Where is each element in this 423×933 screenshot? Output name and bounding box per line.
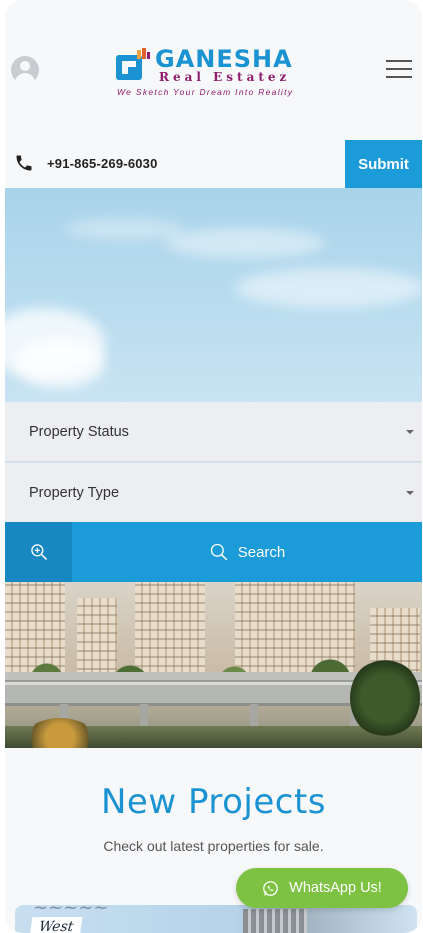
brand-subtitle: Real Estatez: [159, 70, 291, 84]
phone-icon: [16, 155, 32, 171]
advanced-search-button[interactable]: [5, 522, 72, 582]
contact-bar: +91-865-269-6030 Submit: [5, 140, 422, 188]
brand-name: GANESHA: [155, 45, 293, 73]
page-frame: GANESHA Real Estatez We Sketch Your Drea…: [5, 0, 422, 933]
brand-tagline: We Sketch Your Dream Into Reality: [117, 87, 294, 97]
property-type-label: Property Type: [29, 484, 120, 501]
hero-city-image: [5, 582, 422, 748]
whatsapp-button[interactable]: WhatsApp Us!: [236, 868, 408, 908]
section-subtitle: Check out latest properties for sale.: [103, 838, 324, 854]
search-button-label: Search: [237, 543, 286, 561]
zoom-in-icon: [30, 544, 47, 560]
phone-number[interactable]: +91-865-269-6030: [47, 156, 158, 171]
submit-button[interactable]: Submit: [345, 140, 422, 188]
user-avatar-icon[interactable]: [11, 56, 39, 84]
site-logo[interactable]: GANESHA Real Estatez We Sketch Your Drea…: [115, 46, 315, 102]
project-card[interactable]: ~~~~~ West: [15, 905, 417, 933]
whatsapp-icon: [263, 880, 279, 896]
property-type-select[interactable]: Property Type: [5, 463, 422, 523]
card-building-image: [243, 909, 307, 933]
card-label: West: [29, 917, 83, 933]
hero-banner: Property Status Property Type Search: [5, 188, 422, 748]
search-button[interactable]: Search: [72, 522, 422, 582]
section-title: New Projects: [100, 782, 326, 822]
logo-mark-icon: [116, 48, 150, 80]
search-icon: [210, 543, 227, 561]
whatsapp-label: WhatsApp Us!: [289, 880, 382, 896]
search-bar: Search: [5, 522, 422, 582]
property-status-select[interactable]: Property Status: [5, 402, 422, 462]
chevron-down-icon: [406, 491, 414, 495]
chevron-down-icon: [406, 430, 414, 434]
hamburger-menu-icon[interactable]: [386, 58, 412, 80]
property-status-label: Property Status: [29, 423, 129, 440]
site-header: GANESHA Real Estatez We Sketch Your Drea…: [5, 0, 422, 140]
